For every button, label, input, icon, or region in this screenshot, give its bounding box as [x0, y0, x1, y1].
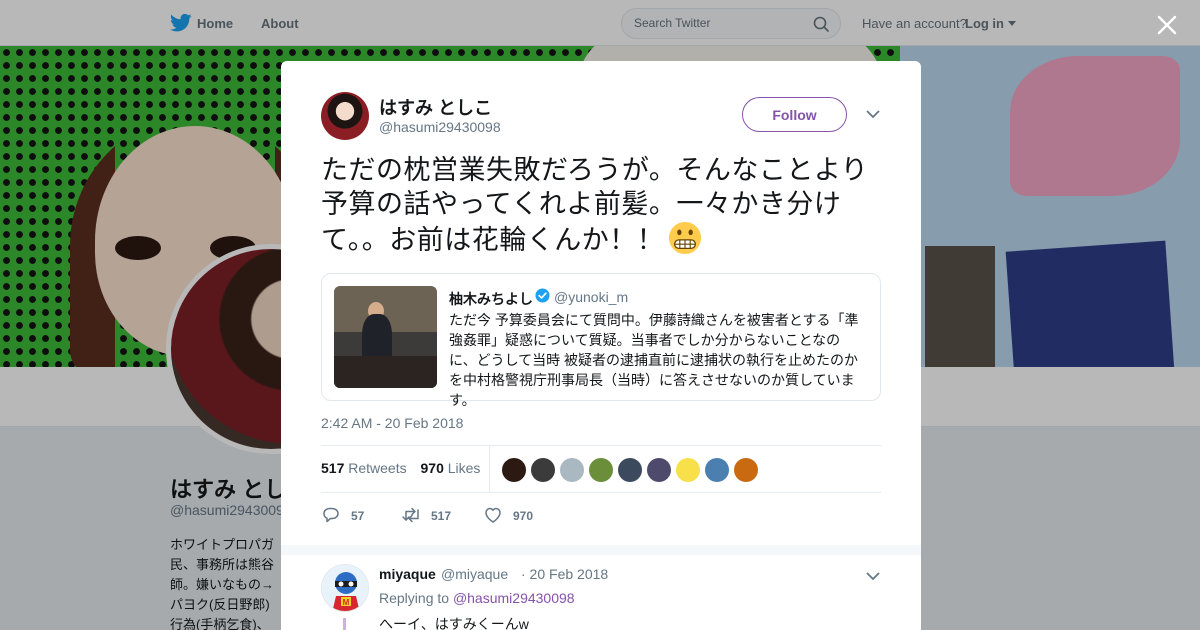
quoted-author-handle: @yunoki_m [554, 289, 629, 305]
svg-text:M: M [343, 598, 350, 607]
grimacing-face-icon [669, 221, 702, 255]
liker-avatar[interactable] [705, 458, 729, 482]
quoted-tweet-text: ただ今 予算委員会にて質問中。伊藤詩織さんを被害者とする「準強姦罪」疑惑について… [449, 312, 859, 408]
author-handle[interactable]: @hasumi29430098 [379, 119, 501, 135]
tweet-stats: 517 Retweets 970 Likes [321, 460, 480, 476]
likes-stat[interactable]: 970 Likes [421, 460, 481, 476]
like-count: 970 [513, 509, 534, 523]
liker-avatar[interactable] [676, 458, 700, 482]
heart-icon [485, 507, 501, 523]
tweet-permalink-modal: はすみ としこ @hasumi29430098 Follow ただの枕営業失敗だ… [281, 61, 921, 630]
likes-count: 970 [420, 460, 444, 476]
quoted-tweet-image[interactable] [334, 286, 437, 388]
reply-author-handle[interactable]: @miyaque [441, 566, 508, 582]
liker-avatar[interactable] [531, 458, 555, 482]
liker-avatar[interactable] [502, 458, 526, 482]
retweets-label: Retweets [348, 460, 407, 476]
chevron-down-icon[interactable] [866, 571, 880, 581]
liker-avatar[interactable] [589, 458, 613, 482]
liker-avatar[interactable] [647, 458, 671, 482]
reply-date[interactable]: · 20 Feb 2018 [521, 566, 608, 582]
reply-author-name[interactable]: miyaque [379, 566, 436, 582]
reply-text: へーイ、はすみくーんw [379, 616, 529, 630]
close-icon[interactable] [1155, 13, 1179, 37]
author-avatar[interactable] [321, 92, 369, 140]
retweets-count: 517 [321, 460, 345, 476]
thread-line [343, 618, 346, 630]
replying-to-label: Replying to [379, 590, 450, 606]
divider [321, 492, 881, 493]
reply-author-avatar[interactable]: M [321, 564, 369, 612]
retweets-stat[interactable]: 517 Retweets [321, 460, 407, 476]
tweet-text: ただの枕営業失敗だろうが。そんなことより予算の話やってくれよ前髪。一々かき分けて… [321, 153, 886, 257]
verified-badge-icon [535, 288, 550, 303]
liker-avatar[interactable] [734, 458, 758, 482]
section-divider [281, 545, 921, 555]
divider [489, 446, 490, 492]
follow-button[interactable]: Follow [742, 97, 847, 132]
tweet-text-content: ただの枕営業失敗だろうが。そんなことより予算の話やってくれよ前髪。一々かき分けて… [321, 155, 869, 255]
author-name[interactable]: はすみ としこ [379, 94, 492, 120]
tweet-timestamp[interactable]: 2:42 AM - 20 Feb 2018 [321, 415, 463, 431]
liker-avatar[interactable] [560, 458, 584, 482]
quoted-author-name: 柚木みちよし [449, 291, 533, 307]
retweet-icon [402, 507, 419, 523]
reply-count: 57 [351, 509, 365, 523]
chevron-down-icon[interactable] [866, 109, 880, 119]
quoted-tweet-card[interactable]: 柚木みちよし @yunoki_m ただ今 予算委員会にて質問中。伊藤詩織さんを被… [321, 273, 881, 408]
likes-label: Likes [447, 460, 481, 476]
replying-to-mention[interactable]: @hasumi29430098 [453, 590, 575, 606]
liker-avatar[interactable] [618, 458, 642, 482]
replying-to: Replying to @hasumi29430098 [379, 590, 575, 606]
reply-avatar-image: M [322, 565, 368, 611]
retweet-count: 517 [431, 509, 452, 523]
divider [321, 445, 881, 446]
reply-icon [323, 507, 339, 523]
